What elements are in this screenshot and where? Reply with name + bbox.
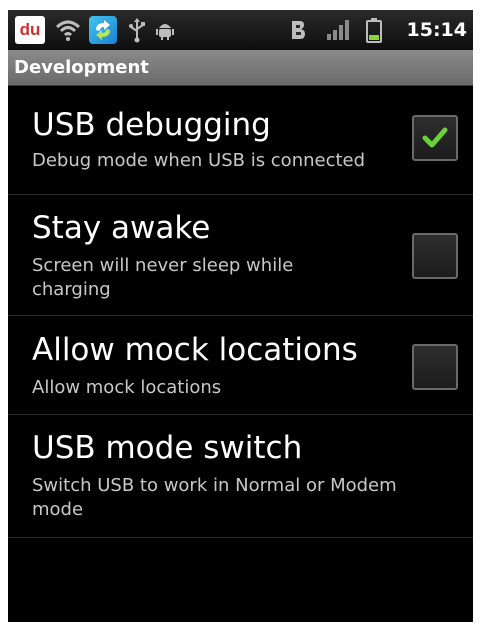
du-logo: du — [15, 16, 45, 44]
du-app-icon: du — [14, 10, 46, 50]
sync-app-icon — [88, 10, 118, 50]
pref-summary: Switch USB to work in Normal or Modem mo… — [32, 475, 397, 520]
bbm-icon — [288, 10, 308, 50]
allow-mock-locations-checkbox[interactable] — [412, 344, 458, 390]
pref-usb-debugging[interactable]: USB debugging Debug mode when USB is con… — [8, 87, 473, 195]
status-clock: 15:14 — [406, 19, 467, 41]
pref-summary: Allow mock locations — [32, 377, 222, 398]
pref-title: Stay awake — [32, 210, 211, 246]
title-bar: Development — [8, 50, 473, 86]
pref-title: Allow mock locations — [32, 332, 358, 368]
pref-title: USB mode switch — [32, 430, 303, 466]
pref-stay-awake[interactable]: Stay awake Screen will never sleep while… — [8, 196, 473, 316]
pref-summary: Screen will never sleep while charging — [32, 255, 294, 300]
pref-usb-mode-switch[interactable]: USB mode switch Switch USB to work in No… — [8, 416, 473, 538]
status-bar: du 15:14 — [8, 10, 473, 50]
usb-icon — [126, 10, 148, 50]
checkmark-icon — [422, 127, 448, 148]
pref-allow-mock-locations[interactable]: Allow mock locations Allow mock location… — [8, 317, 473, 415]
android-debug-icon — [154, 10, 176, 50]
battery-icon — [364, 10, 384, 50]
pref-summary: Debug mode when USB is connected — [32, 150, 366, 171]
page-title: Development — [14, 57, 149, 78]
device-screen: du 15:14 Development USB debugging Debug… — [8, 10, 473, 622]
pref-title: USB debugging — [32, 107, 271, 143]
usb-debugging-checkbox[interactable] — [412, 115, 458, 161]
stay-awake-checkbox[interactable] — [412, 233, 458, 279]
wifi-icon — [54, 10, 82, 50]
signal-icon — [324, 10, 354, 50]
